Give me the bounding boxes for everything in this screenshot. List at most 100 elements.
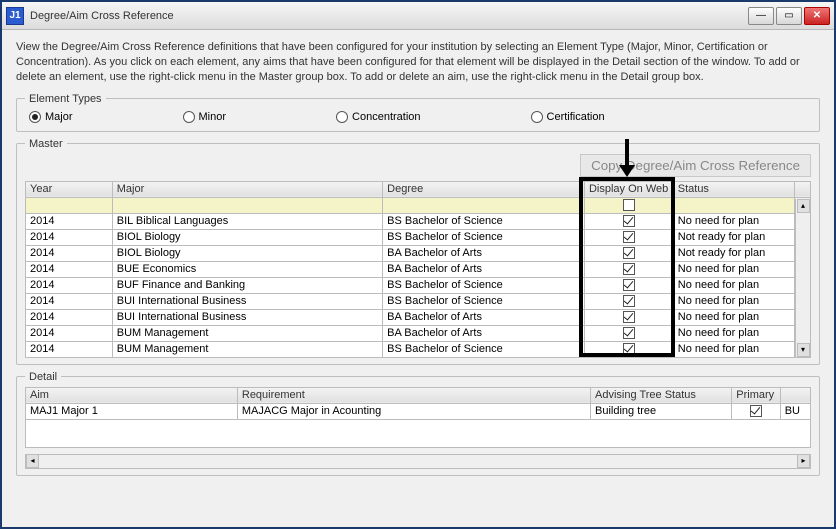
radio-label: Concentration (352, 111, 421, 123)
checkbox-icon[interactable] (623, 311, 635, 323)
cell-status: Not ready for plan (673, 245, 794, 261)
cell-major: BUM Management (112, 341, 382, 357)
table-row[interactable]: 2014BIL Biblical LanguagesBS Bachelor of… (26, 213, 811, 229)
cell-display-on-web[interactable] (584, 229, 673, 245)
radio-concentration[interactable]: Concentration (336, 111, 421, 123)
minimize-button[interactable]: — (748, 7, 774, 25)
cell-degree: BA Bachelor of Arts (383, 245, 585, 261)
checkbox-icon[interactable] (623, 215, 635, 227)
detail-group: Detail Aim Requirement Advising Tree Sta… (16, 371, 820, 476)
col-primary[interactable]: Primary (732, 387, 780, 403)
cell-display-on-web[interactable] (584, 309, 673, 325)
window-controls: — ▭ ✕ (748, 7, 830, 25)
col-aim[interactable]: Aim (26, 387, 238, 403)
cell-display-on-web[interactable] (584, 213, 673, 229)
cell-year: 2014 (26, 309, 113, 325)
checkbox-icon[interactable] (623, 343, 635, 355)
radio-icon (336, 111, 348, 123)
scroll-up-icon[interactable]: ▴ (797, 199, 810, 213)
master-header-row: Year Major Degree Display On Web Status (26, 181, 811, 197)
cell-degree: BS Bachelor of Science (383, 341, 585, 357)
app-window: J1 Degree/Aim Cross Reference — ▭ ✕ View… (0, 0, 836, 529)
cell-degree: BS Bachelor of Science (383, 277, 585, 293)
cell-year: 2014 (26, 229, 113, 245)
scroll-left-icon[interactable]: ◂ (26, 454, 39, 468)
checkbox-icon[interactable] (623, 327, 635, 339)
table-row[interactable]: 2014BUM ManagementBA Bachelor of ArtsNo … (26, 325, 811, 341)
detail-table[interactable]: Aim Requirement Advising Tree Status Pri… (25, 387, 811, 420)
cell-aim: MAJ1 Major 1 (26, 403, 238, 419)
col-status[interactable]: Status (673, 181, 794, 197)
cell-major: BIL Biblical Languages (112, 213, 382, 229)
cell-year: 2014 (26, 325, 113, 341)
radio-label: Minor (199, 111, 227, 123)
table-row[interactable]: 2014BUM ManagementBS Bachelor of Science… (26, 341, 811, 357)
cell-year: 2014 (26, 293, 113, 309)
table-row[interactable]: 2014BUE EconomicsBA Bachelor of ArtsNo n… (26, 261, 811, 277)
cell-advising-status: Building tree (591, 403, 732, 419)
checkbox-icon[interactable] (623, 279, 635, 291)
cell-year: 2014 (26, 261, 113, 277)
radio-minor[interactable]: Minor (183, 111, 227, 123)
cell-status: No need for plan (673, 309, 794, 325)
radio-label: Major (45, 111, 73, 123)
cell-status: Not ready for plan (673, 229, 794, 245)
intro-text: View the Degree/Aim Cross Reference defi… (16, 40, 820, 85)
checkbox-icon[interactable] (750, 405, 762, 417)
scroll-down-icon[interactable]: ▾ (797, 343, 810, 357)
col-major[interactable]: Major (112, 181, 382, 197)
radio-major[interactable]: Major (29, 111, 73, 123)
window-title: Degree/Aim Cross Reference (30, 10, 174, 22)
cell-degree: BS Bachelor of Science (383, 293, 585, 309)
detail-horizontal-scrollbar[interactable]: ◂ ▸ (25, 454, 811, 469)
table-row[interactable]: 2014BIOL BiologyBA Bachelor of Arts Not r… (26, 245, 811, 261)
cell-display-on-web[interactable] (584, 341, 673, 357)
cell-display-on-web[interactable] (584, 277, 673, 293)
detail-header-row: Aim Requirement Advising Tree Status Pri… (26, 387, 811, 403)
master-group: Master Copy Degree/Aim Cross Reference Y… (16, 138, 820, 365)
col-year[interactable]: Year (26, 181, 113, 197)
checkbox-icon[interactable] (623, 263, 635, 275)
element-types-group: Element Types Major Minor Concentration Cer… (16, 93, 820, 132)
col-display-on-web[interactable]: Display On Web (584, 181, 673, 197)
cell-primary[interactable] (732, 403, 780, 419)
radio-icon (29, 111, 41, 123)
table-row[interactable]: 2014BUF Finance and BankingBS Bachelor o… (26, 277, 811, 293)
master-table[interactable]: Year Major Degree Display On Web Status (25, 181, 811, 358)
radio-icon (183, 111, 195, 123)
scroll-right-icon[interactable]: ▸ (797, 454, 810, 468)
maximize-button[interactable]: ▭ (776, 7, 802, 25)
checkbox-icon[interactable] (623, 231, 635, 243)
table-row[interactable]: 2014BIOL BiologyBS Bachelor of ScienceNo… (26, 229, 811, 245)
window-body: View the Degree/Aim Cross Reference defi… (2, 30, 834, 527)
close-button[interactable]: ✕ (804, 7, 830, 25)
cell-display-on-web[interactable] (584, 293, 673, 309)
table-row[interactable]: MAJ1 Major 1MAJACG Major in AcountingBui… (26, 403, 811, 419)
cell-year: 2014 (26, 341, 113, 357)
col-detail-extra[interactable] (780, 387, 810, 403)
cell-degree: BA Bachelor of Arts (383, 325, 585, 341)
cell-requirement: MAJACG Major in Acounting (237, 403, 590, 419)
element-types-legend: Element Types (25, 93, 106, 105)
master-vertical-scrollbar[interactable]: ▴ ▾ (795, 199, 810, 357)
master-grid-wrap: Year Major Degree Display On Web Status (25, 181, 811, 358)
cell-major: BIOL Biology (112, 229, 382, 245)
table-row[interactable]: 2014BUI International BusinessBS Bachelo… (26, 293, 811, 309)
master-filter-row[interactable] (26, 197, 811, 213)
cell-display-on-web[interactable] (584, 325, 673, 341)
col-advising-tree-status[interactable]: Advising Tree Status (591, 387, 732, 403)
filter-display-checkbox[interactable] (623, 199, 635, 211)
col-scroll-gutter (794, 181, 810, 197)
col-degree[interactable]: Degree (383, 181, 585, 197)
cell-display-on-web[interactable] (584, 245, 673, 261)
cell-year: 2014 (26, 245, 113, 261)
radio-certification[interactable]: Certification (531, 111, 605, 123)
cell-display-on-web[interactable] (584, 261, 673, 277)
checkbox-icon[interactable] (623, 295, 635, 307)
checkbox-icon[interactable] (623, 247, 635, 259)
copy-cross-reference-button[interactable]: Copy Degree/Aim Cross Reference (580, 154, 811, 177)
cell-major: BUI International Business (112, 293, 382, 309)
col-requirement[interactable]: Requirement (237, 387, 590, 403)
table-row[interactable]: 2014BUI International BusinessBA Bachelo… (26, 309, 811, 325)
cell-major: BIOL Biology (112, 245, 382, 261)
